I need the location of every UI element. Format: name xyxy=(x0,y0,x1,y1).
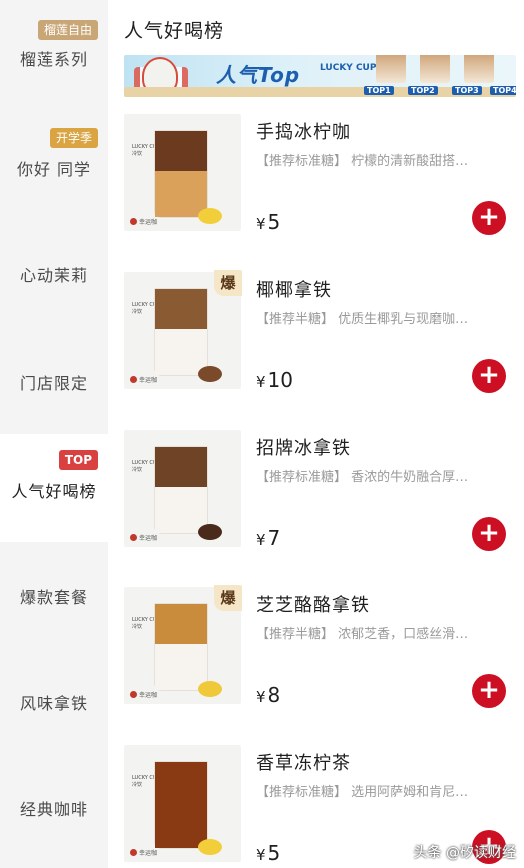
drink-top-layer xyxy=(155,604,207,644)
drink-bottom-layer xyxy=(155,328,207,375)
category-label: 风味拿铁 xyxy=(19,694,88,713)
product-name: 招牌冰拿铁 xyxy=(256,438,351,459)
watermark: 头条 @矽读财经 xyxy=(413,845,516,861)
hot-badge: 爆 xyxy=(214,270,242,296)
drink-glass xyxy=(154,446,208,534)
product-item[interactable]: LUCKY CUP 冷饮 幸运咖 爆 芝芝酪酪拿铁 【推荐半糖】 浓郁芝香，口感丝… xyxy=(108,585,524,745)
add-to-cart-button[interactable]: + xyxy=(472,517,506,551)
add-to-cart-button[interactable]: + xyxy=(472,201,506,235)
lemon-garnish xyxy=(198,839,222,855)
sidebar-item-store-limited[interactable]: 门店限定 xyxy=(0,318,108,424)
hot-badge: 爆 xyxy=(214,585,242,611)
cheese-garnish xyxy=(198,681,222,697)
lemon-garnish xyxy=(198,208,222,224)
sidebar-item-hello-student[interactable]: 开学季 你好 同学 xyxy=(0,106,108,212)
category-label: 你好 同学 xyxy=(16,160,92,179)
brand-text: 幸运咖 xyxy=(139,377,158,384)
category-label: 门店限定 xyxy=(19,374,88,393)
brand-logo-icon xyxy=(130,691,137,698)
promo-banner[interactable]: 人气Top LUCKY CUP TOP1 TOP2 TOP3 TOP4 xyxy=(124,55,516,97)
banner-tag: TOP2 xyxy=(408,86,438,95)
banner-tag: TOP3 xyxy=(452,86,482,95)
brand-text: 幸运咖 xyxy=(139,219,158,226)
category-label: 心动茉莉 xyxy=(19,266,88,285)
banner-cup-image xyxy=(420,55,450,83)
banner-tag: TOP1 xyxy=(364,86,394,95)
drink-glass xyxy=(154,130,208,218)
sidebar-item-classic-coffee[interactable]: 经典咖啡 xyxy=(0,754,108,860)
product-description: 【推荐标准糖】 选用阿萨姆和肯尼… xyxy=(256,785,469,800)
product-description: 【推荐标准糖】 香浓的牛奶融合厚… xyxy=(256,470,469,485)
drink-bottom-layer xyxy=(155,486,207,533)
banner-tag: TOP4 xyxy=(490,86,516,95)
banner-cup-image xyxy=(464,55,494,83)
category-label: 经典咖啡 xyxy=(19,800,88,819)
brand-logo-icon xyxy=(130,849,137,856)
category-badge: 榴莲自由 xyxy=(37,20,98,40)
brand-text: 幸运咖 xyxy=(139,692,158,699)
drink-glass xyxy=(154,761,208,849)
section-title: 人气好喝榜 xyxy=(124,20,225,42)
product-price: ¥10 xyxy=(256,368,293,392)
product-name: 芝芝酪酪拿铁 xyxy=(256,595,370,616)
drink-top-layer xyxy=(155,447,207,487)
category-badge: 开学季 xyxy=(49,128,98,148)
sidebar-item-flavor-latte[interactable]: 风味拿铁 xyxy=(0,648,108,754)
category-label: 人气好喝榜 xyxy=(11,482,97,501)
brand-logo-icon xyxy=(130,218,137,225)
category-sidebar: 榴莲自由 榴莲系列 开学季 你好 同学 心动茉莉 门店限定 TOP 人气好喝榜 … xyxy=(0,0,108,868)
drink-top-layer xyxy=(155,131,207,171)
product-price: ¥5 xyxy=(256,841,281,865)
brand-text: 幸运咖 xyxy=(139,535,158,542)
product-list-panel: 人气好喝榜 人气Top LUCKY CUP TOP1 TOP2 TOP3 TOP… xyxy=(108,0,524,868)
drink-bottom-layer xyxy=(155,643,207,690)
brand-logo-icon xyxy=(130,376,137,383)
drink-top-layer xyxy=(155,762,207,848)
product-image[interactable]: LUCKY CUP 冷饮 幸运咖 xyxy=(124,430,241,547)
sidebar-item-jasmine[interactable]: 心动茉莉 xyxy=(0,212,108,318)
product-item[interactable]: LUCKY CUP 冷饮 幸运咖 手捣冰柠咖 【推荐标准糖】 柠檬的清新酸甜搭… … xyxy=(108,114,524,272)
product-name: 椰椰拿铁 xyxy=(256,280,332,301)
product-price: ¥7 xyxy=(256,526,281,550)
sidebar-item-popular[interactable]: TOP 人气好喝榜 xyxy=(0,434,108,542)
add-to-cart-button[interactable]: + xyxy=(472,359,506,393)
add-to-cart-button[interactable]: + xyxy=(472,674,506,708)
category-label: 爆款套餐 xyxy=(19,588,88,607)
product-image[interactable]: LUCKY CUP 冷饮 幸运咖 xyxy=(124,114,241,231)
sidebar-item-durian[interactable]: 榴莲自由 榴莲系列 xyxy=(0,0,108,106)
brand-logo-icon xyxy=(130,534,137,541)
coffee-beans-garnish xyxy=(198,524,222,540)
drink-glass xyxy=(154,603,208,691)
coconut-garnish xyxy=(198,366,222,382)
product-name: 手捣冰柠咖 xyxy=(256,122,351,143)
brand-text: 幸运咖 xyxy=(139,850,158,857)
product-description: 【推荐半糖】 优质生椰乳与现磨咖… xyxy=(256,312,469,327)
sidebar-item-combo[interactable]: 爆款套餐 xyxy=(0,542,108,648)
product-image[interactable]: LUCKY CUP 冷饮 幸运咖 xyxy=(124,745,241,862)
banner-text: 人气Top xyxy=(216,63,301,87)
product-item[interactable]: LUCKY CUP 冷饮 幸运咖 招牌冰拿铁 【推荐标准糖】 香浓的牛奶融合厚… … xyxy=(108,430,524,588)
banner-brand: LUCKY CUP xyxy=(320,63,377,73)
product-price: ¥5 xyxy=(256,210,281,234)
drink-top-layer xyxy=(155,289,207,329)
category-badge: TOP xyxy=(58,450,98,470)
product-description: 【推荐半糖】 浓郁芝香，口感丝滑… xyxy=(256,627,469,642)
drink-bottom-layer xyxy=(155,170,207,217)
category-label: 榴莲系列 xyxy=(19,50,88,69)
product-price: ¥8 xyxy=(256,683,281,707)
product-name: 香草冻柠茶 xyxy=(256,753,351,774)
banner-cup-image xyxy=(376,55,406,83)
product-item[interactable]: LUCKY CUP 冷饮 幸运咖 爆 椰椰拿铁 【推荐半糖】 优质生椰乳与现磨咖…… xyxy=(108,270,524,430)
product-description: 【推荐标准糖】 柠檬的清新酸甜搭… xyxy=(256,154,469,169)
drink-glass xyxy=(154,288,208,376)
